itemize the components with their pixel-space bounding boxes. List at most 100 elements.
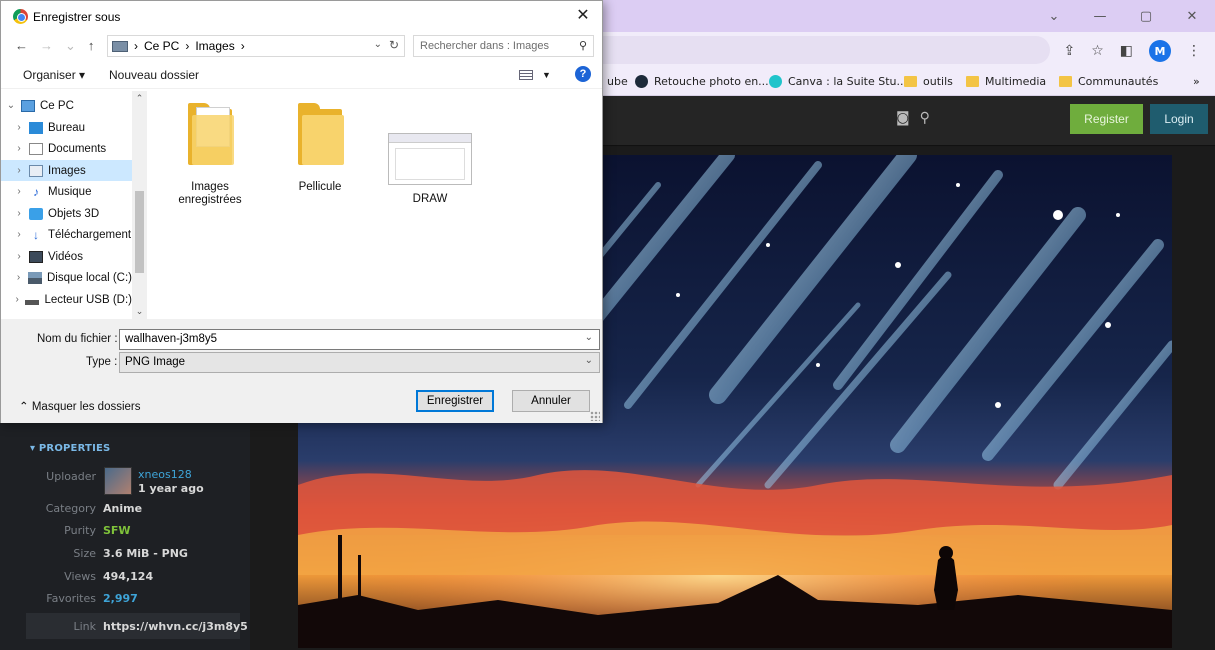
- camera-search-icon[interactable]: ◙: [896, 110, 910, 126]
- filename-input[interactable]: wallhaven-j3m8y5 ⌄: [119, 329, 600, 350]
- side-panel-icon[interactable]: ◧: [1120, 43, 1133, 59]
- tree-item-videos[interactable]: › Vidéos: [1, 246, 132, 267]
- filename-label: Nom du fichier :: [37, 333, 118, 345]
- tree-item-images[interactable]: › Images: [1, 160, 132, 181]
- minimize-icon[interactable]: —: [1077, 0, 1123, 32]
- close-icon[interactable]: ✕: [572, 5, 594, 27]
- video-icon: [29, 250, 43, 263]
- tree-item-lecteur-usb[interactable]: › Lecteur USB (D:): [1, 289, 132, 310]
- tree-item-musique[interactable]: › ♪ Musique: [1, 181, 132, 202]
- favorites-value[interactable]: 2,997: [103, 592, 138, 605]
- chevron-up-icon: ⌃: [19, 401, 29, 413]
- scroll-down-icon[interactable]: ⌄: [135, 306, 144, 317]
- chevron-right-icon[interactable]: ›: [9, 251, 29, 262]
- breadcrumb-ce-pc[interactable]: Ce PC: [144, 39, 179, 53]
- tree-item-ce-pc[interactable]: ⌄ Ce PC: [1, 95, 132, 116]
- profile-avatar[interactable]: M: [1149, 40, 1171, 62]
- file-item-pellicule[interactable]: Pellicule: [274, 103, 366, 193]
- resize-grip-icon[interactable]: [590, 411, 600, 421]
- bookmark-item[interactable]: Multimedia: [966, 75, 1046, 88]
- chevron-right-icon[interactable]: ›: [9, 143, 29, 154]
- view-dropdown-icon[interactable]: ▼: [542, 70, 551, 80]
- restore-icon[interactable]: ▢: [1123, 0, 1169, 32]
- canva-icon: [769, 75, 782, 88]
- cube-3d-icon: [29, 207, 43, 220]
- breadcrumb-images[interactable]: Images: [195, 39, 234, 53]
- chevron-right-icon[interactable]: ›: [9, 186, 29, 197]
- chevron-right-icon[interactable]: ›: [9, 294, 25, 305]
- save-as-dialog: Enregistrer sous ✕ ← → ⌄ ↑ › Ce PC › Ima…: [0, 0, 603, 423]
- bookmark-item[interactable]: Retouche photo en...: [635, 75, 769, 88]
- scroll-thumb[interactable]: [135, 191, 144, 273]
- tree-scrollbar[interactable]: ⌃ ⌄: [132, 91, 147, 319]
- dialog-bottom-pane: Nom du fichier : wallhaven-j3m8y5 ⌄ Type…: [1, 319, 602, 423]
- tree-item-objets-3d[interactable]: › Objets 3D: [1, 203, 132, 224]
- refresh-icon[interactable]: ↻: [389, 38, 399, 52]
- bookmark-item[interactable]: Communautés: [1059, 75, 1158, 88]
- bookmark-item[interactable]: outils: [904, 75, 953, 88]
- register-button[interactable]: Register: [1070, 104, 1143, 134]
- address-path[interactable]: › Ce PC › Images › ⌄ ↻: [107, 35, 405, 57]
- chevron-right-icon[interactable]: ›: [9, 229, 29, 240]
- cancel-button[interactable]: Annuler: [512, 390, 590, 412]
- tab-search-chevron-icon[interactable]: ⌄: [1031, 0, 1077, 32]
- type-label: Type :: [86, 356, 118, 368]
- desktop-icon: [29, 121, 43, 134]
- back-arrow-icon[interactable]: ←: [15, 38, 28, 54]
- navigation-tree: ⌄ Ce PC › Bureau › Documents › Images › …: [1, 91, 147, 319]
- tree-item-disque-local[interactable]: › Disque local (C:): [1, 267, 132, 288]
- view-options-icon[interactable]: [519, 70, 533, 80]
- uploader-name[interactable]: xneos128: [138, 468, 192, 481]
- bookmark-star-icon[interactable]: ☆: [1091, 43, 1104, 59]
- file-item-images-enregistrees[interactable]: Images enregistrées: [164, 103, 256, 207]
- forward-arrow-icon[interactable]: →: [40, 38, 53, 54]
- menu-kebab-icon[interactable]: ⋮: [1187, 43, 1201, 59]
- search-icon[interactable]: ⚲: [920, 110, 930, 126]
- chrome-logo-icon: [13, 9, 28, 24]
- more-bookmarks[interactable]: »: [1193, 75, 1200, 88]
- chevron-right-icon[interactable]: ›: [9, 208, 29, 219]
- path-dropdown-icon[interactable]: ⌄: [374, 39, 382, 50]
- link-row: Link https://whvn.cc/j3m8y5: [0, 620, 250, 640]
- dialog-title: Enregistrer sous: [33, 10, 121, 24]
- uploader-avatar[interactable]: [104, 467, 132, 495]
- close-window-icon[interactable]: ✕: [1169, 0, 1215, 32]
- dialog-titlebar[interactable]: Enregistrer sous ✕: [1, 1, 602, 32]
- folder-icon: [186, 103, 234, 165]
- uploader-label: Uploader: [46, 470, 96, 483]
- recent-chevron-icon[interactable]: ⌄: [65, 38, 76, 54]
- new-folder-button[interactable]: Nouveau dossier: [109, 68, 199, 82]
- share-icon[interactable]: ⇪: [1063, 43, 1075, 59]
- save-button[interactable]: Enregistrer: [416, 390, 494, 412]
- up-arrow-icon[interactable]: ↑: [88, 38, 95, 54]
- pc-icon: [112, 40, 128, 52]
- bookmark-item[interactable]: Canva : la Suite Stu...: [769, 75, 907, 88]
- scroll-up-icon[interactable]: ⌃: [135, 93, 144, 104]
- bookmark-item[interactable]: ube: [607, 75, 628, 88]
- link-value[interactable]: https://whvn.cc/j3m8y5: [103, 620, 248, 633]
- file-type-select[interactable]: PNG Image ⌄: [119, 352, 600, 373]
- chevron-down-icon[interactable]: ⌄: [1, 100, 21, 111]
- chevron-right-icon[interactable]: ›: [9, 272, 28, 283]
- hide-folders-toggle[interactable]: ⌃ Masquer les dossiers: [19, 399, 141, 413]
- favorites-row: Favorites 2,997: [0, 592, 250, 612]
- folder-icon: [1059, 76, 1072, 87]
- category-value: Anime: [103, 502, 143, 515]
- properties-heading[interactable]: ▾ PROPERTIES: [30, 443, 110, 454]
- chevron-right-icon[interactable]: ›: [9, 165, 29, 176]
- purity-label: Purity: [64, 524, 96, 537]
- chevron-right-icon[interactable]: ›: [9, 122, 29, 133]
- tree-item-documents[interactable]: › Documents: [1, 138, 132, 159]
- login-button[interactable]: Login: [1150, 104, 1208, 134]
- organize-menu[interactable]: Organiser ▾: [23, 68, 85, 82]
- purity-value: SFW: [103, 524, 131, 537]
- omnibox[interactable]: [600, 36, 1050, 64]
- chevron-down-icon[interactable]: ⌄: [585, 355, 593, 366]
- tree-item-bureau[interactable]: › Bureau: [1, 117, 132, 138]
- file-item-draw[interactable]: DRAW: [384, 121, 476, 205]
- chevron-down-icon[interactable]: ⌄: [585, 332, 593, 343]
- search-icon[interactable]: ⚲: [579, 39, 587, 52]
- tree-item-telechargement[interactable]: › ↓ Téléchargement: [1, 224, 132, 245]
- help-icon[interactable]: ?: [575, 66, 591, 82]
- search-input[interactable]: Rechercher dans : Images ⚲: [413, 35, 594, 57]
